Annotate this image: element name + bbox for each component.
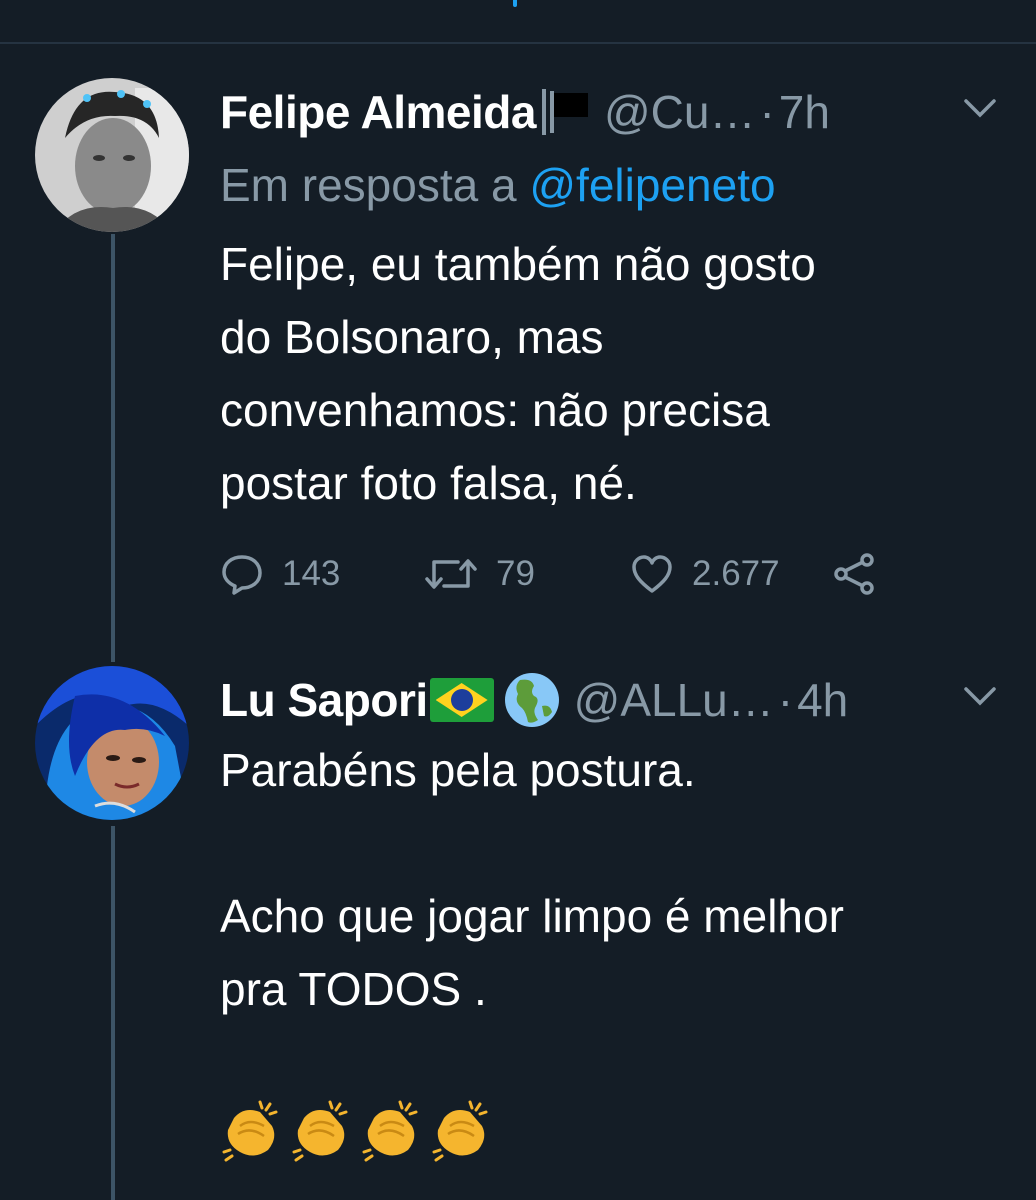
share-button[interactable] [832, 546, 896, 602]
timestamp[interactable]: 7h [779, 85, 830, 139]
tweet-text-line: Parabéns pela postura. [220, 744, 696, 796]
like-button[interactable]: 2.677 [630, 546, 780, 602]
display-name[interactable]: Lu Sapori [220, 673, 428, 727]
user-handle[interactable]: @Cu… [604, 85, 756, 139]
like-count: 2.677 [692, 554, 780, 593]
tweet-text-line: Felipe, eu também não gosto [220, 238, 816, 290]
reply-icon [222, 555, 262, 595]
reply-context: Em resposta a @felipeneto [220, 158, 776, 212]
reply-button[interactable]: 143 [220, 546, 340, 602]
black-flag-icon [549, 91, 588, 133]
timestamp[interactable]: 4h [797, 673, 848, 727]
mention-link[interactable]: @felipeneto [529, 159, 775, 211]
chevron-down-icon[interactable] [962, 684, 998, 708]
emoji-row [220, 1098, 494, 1164]
tweet-text-line: Acho que jogar limpo é melhor [220, 890, 844, 942]
tweet-header: Felipe Almeida @Cu… · 7h [220, 82, 830, 142]
tweet-text-line: convenhamos: não precisa [220, 384, 770, 436]
separator-dot: · [777, 674, 794, 726]
heart-icon [632, 555, 672, 593]
reply-prefix: Em resposta a [220, 159, 517, 211]
clapping-hands-icon [362, 1100, 418, 1162]
tweet-text-line: pra TODOS . [220, 963, 487, 1015]
name-divider [541, 89, 546, 135]
user-handle[interactable]: @ALLu… [574, 673, 774, 727]
chevron-down-icon[interactable] [962, 96, 998, 120]
globe-americas-icon [504, 673, 559, 727]
thread-line [111, 826, 115, 1200]
tweet-text-line: postar foto falsa, né. [220, 457, 637, 509]
tweet-actions: 143 79 2.677 [220, 546, 900, 602]
reply-count: 143 [282, 554, 341, 593]
top-divider [0, 42, 1036, 44]
tweet-header: Lu Sapori @ALLu… · 4h [220, 670, 848, 730]
retweet-icon [425, 559, 477, 589]
clapping-hands-icon [222, 1100, 278, 1162]
clapping-hands-icon [292, 1100, 348, 1162]
retweet-count: 79 [496, 554, 535, 593]
separator-dot: · [759, 86, 775, 138]
tab-indicator [513, 0, 517, 7]
tweet-text: Felipe, eu também não gosto do Bolsonaro… [220, 228, 1020, 520]
avatar[interactable] [35, 78, 189, 232]
avatar[interactable] [35, 666, 189, 820]
retweet-button[interactable]: 79 [424, 546, 535, 602]
thread-line [111, 234, 115, 662]
tweet-text-line: do Bolsonaro, mas [220, 311, 604, 363]
brazil-flag-icon [429, 678, 494, 722]
display-name[interactable]: Felipe Almeida [220, 85, 536, 139]
share-icon [834, 553, 874, 595]
tweet-text: Parabéns pela postura. Acho que jogar li… [220, 734, 1020, 1026]
clapping-hands-icon [432, 1100, 488, 1162]
tweet-text-line [220, 807, 1020, 880]
